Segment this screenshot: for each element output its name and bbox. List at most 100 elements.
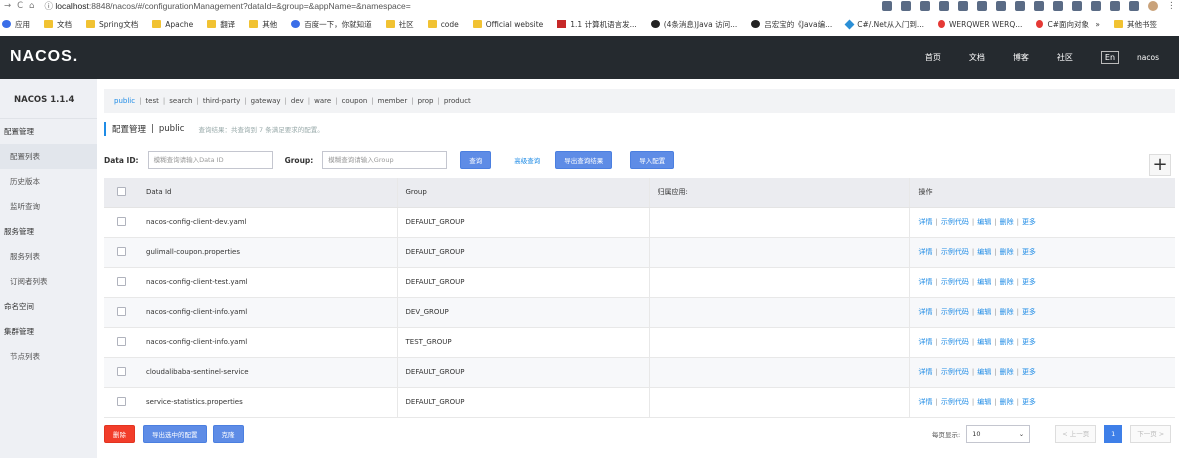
language-toggle[interactable]: En xyxy=(1100,51,1120,64)
export-query-results-button[interactable]: 导出查询结果 xyxy=(555,151,613,169)
extension-icon[interactable] xyxy=(977,1,987,11)
namespace-tab[interactable]: public xyxy=(114,97,135,105)
sidebar-item[interactable]: 配置列表 xyxy=(0,144,97,169)
row-checkbox[interactable] xyxy=(116,336,126,346)
sample-code-link[interactable]: 示例代码 xyxy=(941,278,969,286)
delete-link[interactable]: 删除 xyxy=(1000,308,1014,316)
bookmark-item[interactable]: 1.1 计算机语言发... xyxy=(557,19,637,30)
sidebar-item[interactable]: 订阅者列表 xyxy=(0,269,97,294)
bookmark-item[interactable]: 吕宏宝的《Java编... xyxy=(751,19,832,30)
bookmark-item[interactable]: (4条消息)Java 访问... xyxy=(650,19,737,30)
page-number-button[interactable]: 1 xyxy=(1104,425,1123,443)
extension-icon[interactable] xyxy=(1110,1,1120,11)
edit-link[interactable]: 编辑 xyxy=(977,308,991,316)
detail-link[interactable]: 详情 xyxy=(919,278,933,286)
extension-icon[interactable] xyxy=(996,1,1006,11)
namespace-tab[interactable]: dev xyxy=(291,97,304,105)
bookmark-item[interactable]: Apache xyxy=(152,20,193,29)
namespace-tab[interactable]: prop xyxy=(418,97,434,105)
nav-link-community[interactable]: 社区 xyxy=(1057,52,1073,63)
namespace-tab[interactable]: third-party xyxy=(203,97,240,105)
nav-link-docs[interactable]: 文档 xyxy=(969,52,985,63)
detail-link[interactable]: 详情 xyxy=(919,338,933,346)
delete-link[interactable]: 删除 xyxy=(1000,248,1014,256)
namespace-tab[interactable]: product xyxy=(444,97,471,105)
home-icon[interactable]: ⌂ xyxy=(29,1,34,11)
extension-icon[interactable] xyxy=(1091,1,1101,11)
delete-link[interactable]: 删除 xyxy=(1000,278,1014,286)
extension-icon[interactable] xyxy=(939,1,949,11)
bookmark-item[interactable]: C#/.Net从入门到... xyxy=(844,19,924,30)
more-link[interactable]: 更多 xyxy=(1022,278,1036,286)
sidebar-item[interactable]: 服务列表 xyxy=(0,244,97,269)
bookmark-item[interactable]: Official website xyxy=(472,20,543,29)
next-page-button[interactable]: 下一页 > xyxy=(1130,425,1172,443)
edit-link[interactable]: 编辑 xyxy=(977,218,991,226)
more-link[interactable]: 更多 xyxy=(1022,308,1036,316)
page-size-select[interactable]: 10 ⌄ xyxy=(966,425,1031,443)
profile-avatar-icon[interactable] xyxy=(1148,1,1158,11)
delete-link[interactable]: 删除 xyxy=(1000,218,1014,226)
delete-link[interactable]: 删除 xyxy=(1000,338,1014,346)
extension-icon[interactable] xyxy=(920,1,930,11)
sample-code-link[interactable]: 示例代码 xyxy=(941,368,969,376)
sidebar-item[interactable]: 历史版本 xyxy=(0,169,97,194)
sidebar-item[interactable]: 监听查询 xyxy=(0,194,97,219)
namespace-tab[interactable]: member xyxy=(378,97,408,105)
bookmark-item[interactable]: 文档 xyxy=(44,19,72,30)
delete-link[interactable]: 删除 xyxy=(1000,398,1014,406)
delete-button[interactable]: 删除 xyxy=(104,425,135,443)
row-checkbox[interactable] xyxy=(116,246,126,256)
more-link[interactable]: 更多 xyxy=(1022,338,1036,346)
namespace-tab[interactable]: test xyxy=(145,97,158,105)
clone-button[interactable]: 克隆 xyxy=(212,425,244,443)
bookmark-item[interactable]: 百度一下，你就知道 xyxy=(291,19,372,30)
export-selected-button[interactable]: 导出选中的配置 xyxy=(143,425,207,443)
edit-link[interactable]: 编辑 xyxy=(977,338,991,346)
namespace-tab[interactable]: search xyxy=(169,97,192,105)
back-arrow-icon[interactable]: → xyxy=(4,1,11,11)
sample-code-link[interactable]: 示例代码 xyxy=(941,248,969,256)
advanced-query-link[interactable]: 高级查询 xyxy=(514,155,540,165)
extension-icon[interactable] xyxy=(1129,1,1139,11)
edit-link[interactable]: 编辑 xyxy=(977,278,991,286)
more-link[interactable]: 更多 xyxy=(1022,368,1036,376)
bookmark-item[interactable]: 社区 xyxy=(385,19,414,30)
sample-code-link[interactable]: 示例代码 xyxy=(941,308,969,316)
extension-icon[interactable] xyxy=(958,1,968,11)
extension-icon[interactable] xyxy=(1053,1,1063,11)
more-link[interactable]: 更多 xyxy=(1022,248,1036,256)
detail-link[interactable]: 详情 xyxy=(919,368,933,376)
sample-code-link[interactable]: 示例代码 xyxy=(941,338,969,346)
edit-link[interactable]: 编辑 xyxy=(977,368,991,376)
import-config-button[interactable]: 导入配置 xyxy=(630,151,675,169)
extension-icon[interactable] xyxy=(901,1,911,11)
sidebar-item[interactable]: 集群管理 xyxy=(0,319,97,344)
edit-link[interactable]: 编辑 xyxy=(977,248,991,256)
row-checkbox[interactable] xyxy=(116,216,126,226)
sidebar-item[interactable]: 节点列表 xyxy=(0,344,97,369)
sidebar-item[interactable]: 命名空间 xyxy=(0,294,97,319)
dataid-input[interactable]: 模糊查询请输入Data ID xyxy=(147,151,273,169)
more-link[interactable]: 更多 xyxy=(1022,218,1036,226)
add-config-button[interactable]: + xyxy=(1149,154,1171,176)
more-link[interactable]: 更多 xyxy=(1022,398,1036,406)
prev-page-button[interactable]: < 上一页 xyxy=(1055,425,1097,443)
namespace-tab[interactable]: coupon xyxy=(342,97,368,105)
reload-icon[interactable]: C xyxy=(17,1,23,11)
row-checkbox[interactable] xyxy=(116,396,126,406)
extension-icon[interactable] xyxy=(1034,1,1044,11)
nav-link-home[interactable]: 首页 xyxy=(925,52,941,63)
sample-code-link[interactable]: 示例代码 xyxy=(941,218,969,226)
url-field[interactable]: ⓘ localhost:8848/nacos/#/configurationMa… xyxy=(44,0,410,12)
bookmark-item[interactable]: code xyxy=(427,20,459,29)
select-all-checkbox[interactable] xyxy=(116,186,126,196)
detail-link[interactable]: 详情 xyxy=(919,218,933,226)
detail-link[interactable]: 详情 xyxy=(919,248,933,256)
detail-link[interactable]: 详情 xyxy=(919,308,933,316)
namespace-tab[interactable]: gateway xyxy=(251,97,281,105)
bookmark-item[interactable]: Spring文档 xyxy=(86,19,138,30)
row-checkbox[interactable] xyxy=(116,366,126,376)
nav-link-blog[interactable]: 博客 xyxy=(1013,52,1029,63)
extension-icon[interactable] xyxy=(1072,1,1082,11)
